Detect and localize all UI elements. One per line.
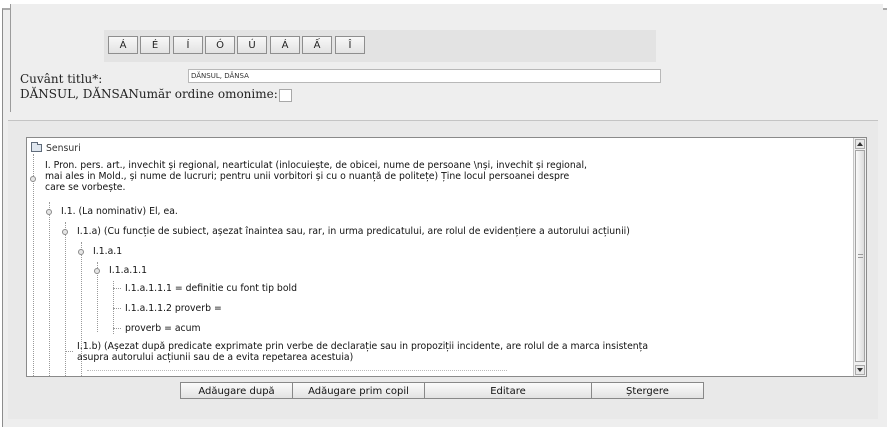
tree-connector <box>65 351 73 352</box>
tree-node-sense-I[interactable]: I. Pron. pers. art., invechit și regiona… <box>45 160 587 193</box>
node-toggle[interactable] <box>30 176 36 182</box>
tree-connector <box>113 328 121 329</box>
senses-tree: Sensuri I. Pron. pers. art., invechit și… <box>26 137 867 377</box>
node-toggle[interactable] <box>78 249 84 255</box>
tree-connector <box>49 202 50 376</box>
edit-button[interactable]: Editare <box>424 382 592 399</box>
tree-scrollbar[interactable] <box>853 138 866 376</box>
headword-display: DĂNSUL, DĂNSA <box>20 87 129 101</box>
tree-connector <box>113 288 121 289</box>
node-toggle[interactable] <box>46 209 52 215</box>
scroll-down-arrow[interactable] <box>855 365 865 375</box>
tree-node-proverb[interactable]: I.1.a.1.1.2 proverb = <box>125 303 222 314</box>
tree-node-sense-I-1-a-1[interactable]: I.1.a.1 <box>93 246 122 257</box>
char-button-3[interactable]: Í <box>173 36 203 54</box>
title-input[interactable]: DĂNSUL, DĂNSA <box>188 69 661 83</box>
folder-icon <box>31 142 42 152</box>
tree-connector <box>33 154 34 376</box>
tree-node-sense-I-1-a[interactable]: I.1.a) (Cu funcție de subiect, așezat în… <box>77 226 630 237</box>
tree-connector <box>113 308 121 309</box>
tree-overflow-row <box>87 370 507 376</box>
homonym-number-input[interactable] <box>279 89 292 102</box>
char-button-1[interactable]: Á <box>108 36 138 54</box>
tree-node-definition[interactable]: I.1.a.1.1.1 = definitie cu font tip bold <box>125 283 297 294</box>
tree-content: Sensuri I. Pron. pers. art., invechit și… <box>27 138 853 376</box>
char-button-7[interactable]: Ấ <box>302 36 332 54</box>
scroll-thumb[interactable] <box>855 150 865 362</box>
delete-button[interactable]: Ștergere <box>591 382 704 399</box>
homonym-label: Număr ordine omonime: <box>128 87 278 101</box>
node-toggle[interactable] <box>62 229 68 235</box>
tree-node-sense-I-1-b[interactable]: I.1.b) (Așezat după predicate exprimate … <box>77 341 648 363</box>
char-button-2[interactable]: É <box>140 36 170 54</box>
node-toggle[interactable] <box>94 268 100 274</box>
homonym-row: DĂNSUL, DĂNSANumăr ordine omonime: <box>20 87 278 101</box>
special-chars-toolbar: Á É Í Ó Ú Á Ấ Î <box>104 30 656 62</box>
title-label: Cuvânt titlu*: <box>20 72 103 86</box>
add-first-child-button[interactable]: Adăugare prim copil <box>292 382 425 399</box>
tree-connector <box>65 222 66 376</box>
char-button-4[interactable]: Ó <box>205 36 235 54</box>
char-button-8[interactable]: Î <box>335 36 365 54</box>
char-button-6[interactable]: Á <box>270 36 300 54</box>
tree-node-sense-I-1-a-1-1[interactable]: I.1.a.1.1 <box>109 265 147 276</box>
char-button-5[interactable]: Ú <box>237 36 267 54</box>
tree-node-sense-I-1[interactable]: I.1. (La nominativ) El, ea. <box>61 206 178 217</box>
tree-node-proverb-value[interactable]: proverb = acum <box>125 323 201 334</box>
scroll-up-arrow[interactable] <box>855 139 865 149</box>
tree-root-label: Sensuri <box>46 143 81 154</box>
add-after-button[interactable]: Adăugare după <box>180 382 293 399</box>
